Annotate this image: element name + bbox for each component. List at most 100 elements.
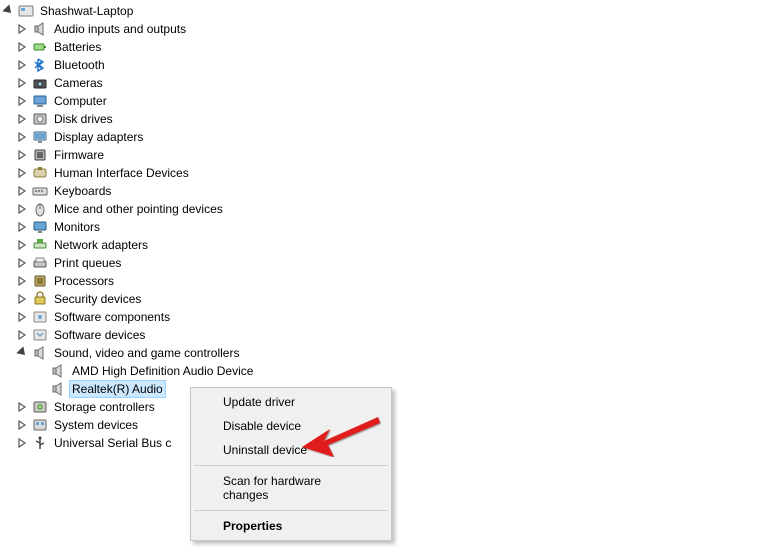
tree-node[interactable]: Disk drives xyxy=(4,110,775,128)
tree-node[interactable]: Computer xyxy=(4,92,775,110)
device-tree: Shashwat-Laptop Audio inputs and outputs… xyxy=(0,0,775,452)
tree-node[interactable]: Keyboards xyxy=(4,182,775,200)
chevron-right-icon[interactable] xyxy=(18,438,28,448)
chevron-right-icon[interactable] xyxy=(18,150,28,160)
chevron-placeholder xyxy=(36,366,46,376)
chevron-right-icon[interactable] xyxy=(18,294,28,304)
tree-node-label: Audio inputs and outputs xyxy=(52,21,188,37)
tree-node-label: Bluetooth xyxy=(52,57,107,73)
tree-node-label: Software components xyxy=(52,309,172,325)
context-menu-item-label: Properties xyxy=(223,519,282,533)
context-menu-item-label: Scan for hardware changes xyxy=(223,474,321,502)
context-menu-item[interactable]: Update driver xyxy=(193,390,389,414)
chevron-right-icon[interactable] xyxy=(18,42,28,52)
tree-node[interactable]: Cameras xyxy=(4,74,775,92)
battery-icon xyxy=(32,39,48,55)
context-menu-item[interactable]: Properties xyxy=(193,514,389,538)
context-menu-separator xyxy=(194,510,388,511)
tree-root-row[interactable]: Shashwat-Laptop xyxy=(4,2,775,20)
mouse-icon xyxy=(32,201,48,217)
tree-node-label: Display adapters xyxy=(52,129,145,145)
tree-node-label: Print queues xyxy=(52,255,123,271)
chevron-right-icon[interactable] xyxy=(18,330,28,340)
tree-node[interactable]: Sound, video and game controllers xyxy=(4,344,775,362)
chevron-right-icon[interactable] xyxy=(18,276,28,286)
chevron-right-icon[interactable] xyxy=(18,24,28,34)
tree-node[interactable]: Batteries xyxy=(4,38,775,56)
speaker-icon xyxy=(32,21,48,37)
tree-node[interactable]: Network adapters xyxy=(4,236,775,254)
speaker-icon xyxy=(32,345,48,361)
tree-node-label: Computer xyxy=(52,93,109,109)
keyboard-icon xyxy=(32,183,48,199)
tree-node-label: Software devices xyxy=(52,327,147,343)
speaker-icon xyxy=(50,363,66,379)
bluetooth-icon xyxy=(32,57,48,73)
tree-node-label: System devices xyxy=(52,417,140,433)
chevron-right-icon[interactable] xyxy=(18,78,28,88)
speaker-icon xyxy=(50,381,66,397)
chevron-right-icon[interactable] xyxy=(18,186,28,196)
tree-node[interactable]: Processors xyxy=(4,272,775,290)
chevron-down-icon[interactable] xyxy=(18,348,28,358)
tree-node-label: Keyboards xyxy=(52,183,113,199)
tree-node-label: Sound, video and game controllers xyxy=(52,345,241,361)
tree-node[interactable]: Firmware xyxy=(4,146,775,164)
tree-root-label: Shashwat-Laptop xyxy=(38,3,135,19)
chevron-right-icon[interactable] xyxy=(18,60,28,70)
tree-node-label: Disk drives xyxy=(52,111,115,127)
tree-node[interactable]: Bluetooth xyxy=(4,56,775,74)
system-icon xyxy=(32,417,48,433)
tree-node[interactable]: Display adapters xyxy=(4,128,775,146)
tree-node[interactable]: Monitors xyxy=(4,218,775,236)
security-icon xyxy=(32,291,48,307)
camera-icon xyxy=(32,75,48,91)
tree-node[interactable]: Software components xyxy=(4,308,775,326)
context-menu-item-label: Uninstall device xyxy=(223,443,307,457)
context-menu-item-label: Update driver xyxy=(223,395,295,409)
tree-node[interactable]: Audio inputs and outputs xyxy=(4,20,775,38)
tree-node[interactable]: Mice and other pointing devices xyxy=(4,200,775,218)
tree-node[interactable]: Software devices xyxy=(4,326,775,344)
chevron-right-icon[interactable] xyxy=(18,420,28,430)
computer-root-icon xyxy=(18,3,34,19)
printer-icon xyxy=(32,255,48,271)
tree-node-label: Universal Serial Bus c xyxy=(52,435,173,451)
tree-node-label: Security devices xyxy=(52,291,143,307)
chevron-right-icon[interactable] xyxy=(18,132,28,142)
tree-node-label: Mice and other pointing devices xyxy=(52,201,225,217)
context-menu-item[interactable]: Disable device xyxy=(193,414,389,438)
storage-icon xyxy=(32,399,48,415)
chevron-right-icon[interactable] xyxy=(18,258,28,268)
tree-node[interactable]: Security devices xyxy=(4,290,775,308)
tree-node-label: Realtek(R) Audio xyxy=(70,381,165,397)
hid-icon xyxy=(32,165,48,181)
swcomp-icon xyxy=(32,309,48,325)
tree-node[interactable]: AMD High Definition Audio Device xyxy=(4,362,775,380)
chevron-right-icon[interactable] xyxy=(18,312,28,322)
tree-node-label: Human Interface Devices xyxy=(52,165,191,181)
chip-icon xyxy=(32,147,48,163)
usb-icon xyxy=(32,435,48,451)
tree-node-label: AMD High Definition Audio Device xyxy=(70,363,255,379)
chevron-right-icon[interactable] xyxy=(18,114,28,124)
tree-node[interactable]: Human Interface Devices xyxy=(4,164,775,182)
chevron-right-icon[interactable] xyxy=(18,168,28,178)
context-menu-separator xyxy=(194,465,388,466)
network-icon xyxy=(32,237,48,253)
tree-node-label: Monitors xyxy=(52,219,102,235)
chevron-right-icon[interactable] xyxy=(18,402,28,412)
swdev-icon xyxy=(32,327,48,343)
chevron-down-icon[interactable] xyxy=(4,6,14,16)
chevron-right-icon[interactable] xyxy=(18,240,28,250)
computer-icon xyxy=(32,93,48,109)
chevron-right-icon[interactable] xyxy=(18,96,28,106)
tree-node[interactable]: Print queues xyxy=(4,254,775,272)
chevron-right-icon[interactable] xyxy=(18,204,28,214)
context-menu: Update driver Disable device Uninstall dev… xyxy=(190,387,392,541)
chevron-right-icon[interactable] xyxy=(18,222,28,232)
context-menu-item[interactable]: Uninstall device xyxy=(193,438,389,462)
tree-node-label: Cameras xyxy=(52,75,105,91)
context-menu-item[interactable]: Scan for hardware changes xyxy=(193,469,389,507)
cpu-icon xyxy=(32,273,48,289)
